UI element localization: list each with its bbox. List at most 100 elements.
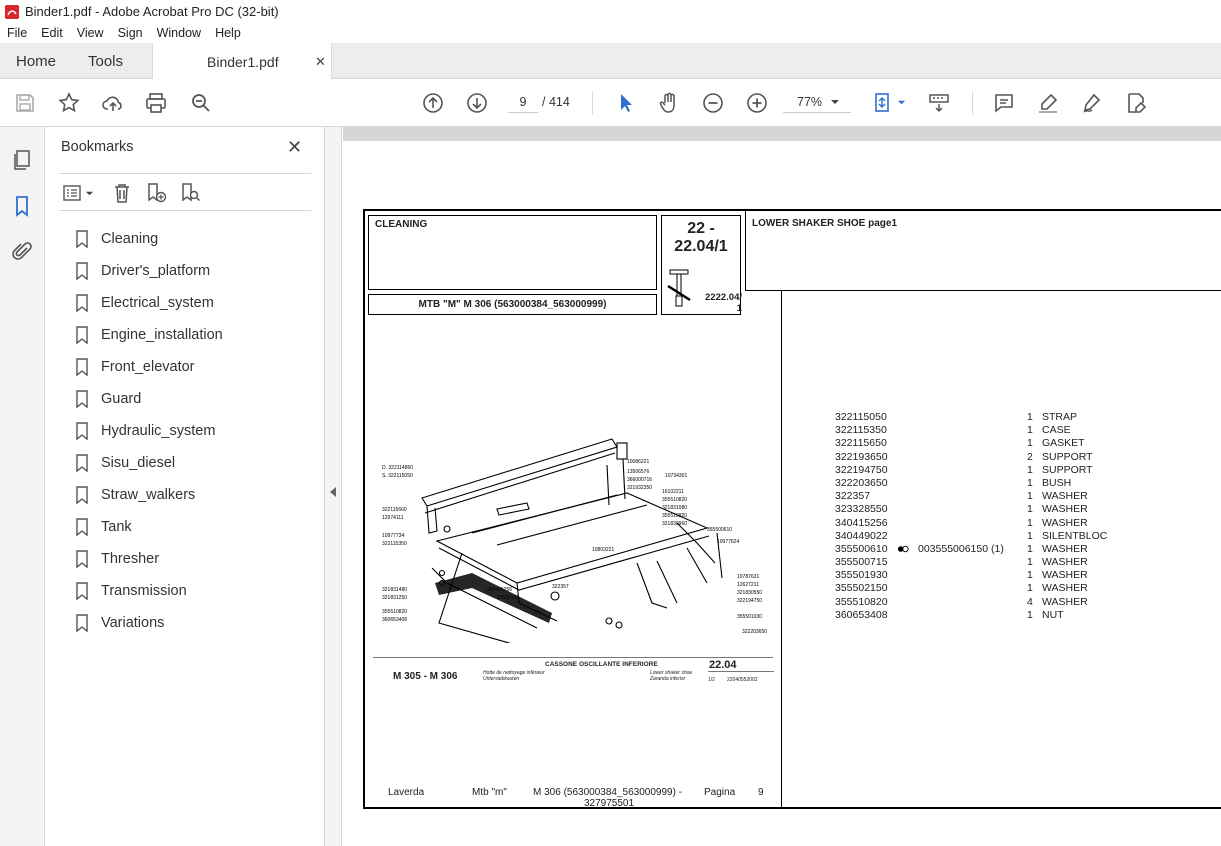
bookmark-label: Tank: [101, 519, 132, 535]
tab-home[interactable]: Home: [16, 43, 56, 79]
bookmark-label: Thresher: [101, 551, 160, 567]
bookmark-item[interactable]: Sisu_diesel: [75, 447, 223, 479]
menu-sign[interactable]: Sign: [111, 26, 150, 40]
parts-row: 322357 1 WASHER: [835, 490, 1088, 503]
parts-row: 322193650 2 SUPPORT: [835, 450, 1093, 463]
bookmark-item[interactable]: Straw_walkers: [75, 479, 223, 511]
comment-icon[interactable]: [991, 90, 1017, 116]
svg-text:10977734: 10977734: [382, 533, 404, 539]
menu-window[interactable]: Window: [150, 26, 208, 40]
svg-text:355501930: 355501930: [737, 614, 762, 620]
menu-edit[interactable]: Edit: [34, 26, 70, 40]
bookmark-item[interactable]: Front_elevator: [75, 351, 223, 383]
panel-collapse-handle[interactable]: [325, 127, 342, 846]
next-page-icon[interactable]: [464, 90, 490, 116]
delete-bookmark-icon[interactable]: [109, 180, 135, 206]
pages-thumbnails-icon[interactable]: [9, 147, 35, 173]
options-dropdown-icon[interactable]: [83, 180, 95, 206]
bookmark-icon: [76, 550, 88, 568]
bookmark-label: Hydraulic_system: [101, 423, 216, 439]
close-tab-icon[interactable]: ✕: [315, 54, 326, 70]
bookmark-label: Guard: [101, 391, 142, 407]
bookmark-item[interactable]: Variations: [75, 607, 223, 639]
bookmark-star-icon[interactable]: [56, 90, 82, 116]
bookmark-item[interactable]: Thresher: [75, 543, 223, 575]
tab-document[interactable]: Binder1.pdf ✕: [152, 43, 332, 80]
svg-text:12627211: 12627211: [737, 582, 759, 588]
menu-file[interactable]: File: [0, 26, 34, 40]
parts-row: 340449022 1 SILENTBLOC: [835, 529, 1108, 542]
svg-text:322194750: 322194750: [737, 598, 762, 604]
bookmark-item[interactable]: Transmission: [75, 575, 223, 607]
menu-help[interactable]: Help: [208, 26, 248, 40]
find-bookmark-icon[interactable]: [177, 180, 203, 206]
bookmark-item[interactable]: Driver's_platform: [75, 255, 223, 287]
close-panel-icon[interactable]: ✕: [287, 137, 302, 158]
bookmark-item[interactable]: Electrical_system: [75, 287, 223, 319]
bookmark-label: Cleaning: [101, 231, 159, 247]
page-fit-dropdown-icon[interactable]: [895, 92, 907, 112]
hand-tool-icon[interactable]: [656, 90, 682, 116]
parts-row: 322194750 1 SUPPORT: [835, 463, 1093, 476]
bookmark-label: Variations: [101, 615, 165, 631]
print-icon[interactable]: [143, 90, 169, 116]
draw-sign-icon[interactable]: [1079, 90, 1105, 116]
group-divider: [708, 671, 774, 672]
svg-text:355510820: 355510820: [662, 513, 687, 519]
parts-row: 322203650 1 BUSH: [835, 476, 1072, 489]
parts-row: 322115350 1 CASE: [835, 424, 1071, 437]
upload-cloud-icon[interactable]: [100, 90, 126, 116]
drawing-caption-es: Zaranda inferior: [650, 676, 686, 682]
acrobat-icon: [5, 4, 19, 19]
svg-text:D. 322114860: D. 322114860: [382, 465, 413, 471]
scroll-mode-icon[interactable]: [926, 90, 952, 116]
document-area[interactable]: CLEANING MTB "M" M 306 (563000384_563000…: [343, 127, 1221, 846]
save-icon[interactable]: [12, 90, 38, 116]
zoom-in-icon[interactable]: [744, 90, 770, 116]
section-box: CLEANING: [368, 215, 657, 290]
model-label: MTB "M" M 306 (563000384_563000999): [418, 299, 607, 310]
bookmark-item[interactable]: Tank: [75, 511, 223, 543]
new-bookmark-icon[interactable]: [143, 180, 169, 206]
drawing-model-label: M 305 - M 306: [393, 671, 458, 682]
toolbar-divider: [972, 91, 973, 115]
edit-pdf-icon[interactable]: [1123, 90, 1149, 116]
alternate-part-number: 003555006150 (1): [918, 542, 1004, 555]
zoom-search-icon[interactable]: [188, 90, 214, 116]
bookmarks-panel-icon[interactable]: [9, 193, 35, 219]
bookmarks-title: Bookmarks: [61, 139, 134, 155]
menu-view[interactable]: View: [70, 26, 111, 40]
bookmark-item[interactable]: Cleaning: [75, 223, 223, 255]
zoom-out-icon[interactable]: [700, 90, 726, 116]
bookmark-label: Transmission: [101, 583, 187, 599]
footer-page-number: 9: [758, 787, 764, 798]
tab-tools[interactable]: Tools: [88, 43, 123, 79]
chevron-down-icon[interactable]: [828, 92, 842, 112]
previous-page-icon[interactable]: [420, 90, 446, 116]
parts-row: 323328550 1 WASHER: [835, 503, 1088, 516]
bookmark-item[interactable]: Engine_installation: [75, 319, 223, 351]
svg-text:16102211: 16102211: [662, 489, 684, 495]
bookmark-icon: [76, 262, 88, 280]
footer-model-range: M 306 (563000384_563000999) -: [533, 787, 683, 798]
svg-text:12974111: 12974111: [382, 515, 404, 521]
bookmark-icon: [76, 358, 88, 376]
bookmark-icon: [76, 326, 88, 344]
bookmark-label: Driver's_platform: [101, 263, 211, 279]
svg-text:322115660: 322115660: [382, 507, 407, 513]
bookmark-icon: [76, 230, 88, 248]
page-title: LOWER SHAKER SHOE page1: [752, 218, 898, 229]
highlight-pen-icon[interactable]: [1035, 90, 1061, 116]
attachments-paperclip-icon[interactable]: [9, 239, 35, 265]
svg-text:322203650: 322203650: [742, 629, 767, 635]
column-divider: [781, 291, 782, 809]
bookmarks-toolbar: [59, 173, 311, 211]
page-number-input[interactable]: 9: [508, 91, 538, 113]
bookmark-icon: [76, 422, 88, 440]
page-fit-icon[interactable]: [870, 90, 896, 116]
select-cursor-icon[interactable]: [613, 90, 639, 116]
bookmark-icon: [76, 614, 88, 632]
bookmark-item[interactable]: Guard: [75, 383, 223, 415]
svg-text:321830550: 321830550: [737, 590, 762, 596]
bookmark-item[interactable]: Hydraulic_system: [75, 415, 223, 447]
